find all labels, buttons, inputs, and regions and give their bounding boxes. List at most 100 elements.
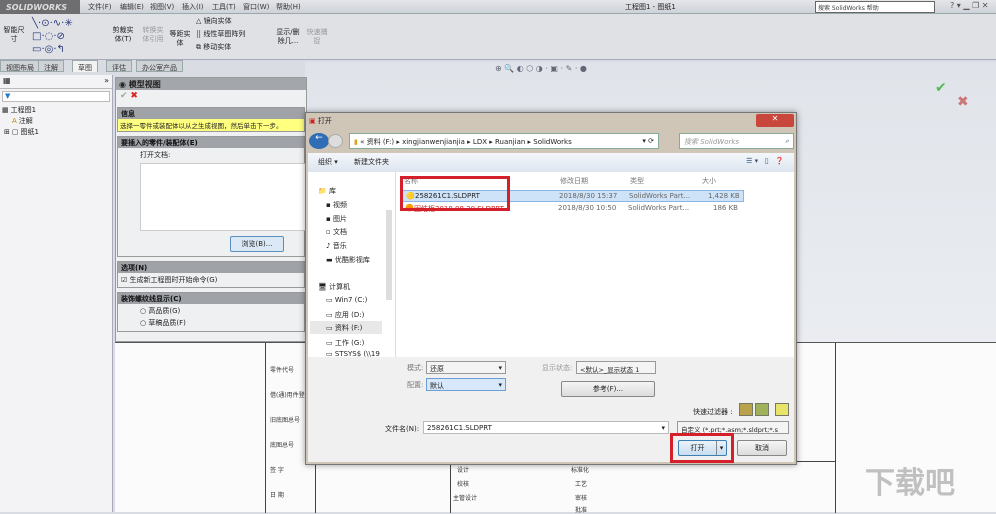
radio-icon[interactable]: ○ <box>140 307 146 315</box>
nav-documents[interactable]: ▫ 文档 <box>326 227 347 237</box>
title-block-cell: 审核 <box>575 495 588 502</box>
options-header[interactable]: 选项(N) <box>118 262 304 273</box>
nav-youku[interactable]: ▬ 优酷影视库 <box>326 255 370 265</box>
offset-button[interactable]: 等距实体 <box>168 30 192 48</box>
ok-icon[interactable]: ✔ <box>120 91 128 101</box>
tree-tabs[interactable]: ▦ » <box>0 75 112 89</box>
thread-header[interactable]: 装饰螺纹线显示(C) <box>118 293 304 304</box>
tab-office-products[interactable]: 办公室产品 <box>136 60 183 72</box>
menu-edit[interactable]: 编辑(E) <box>120 2 144 12</box>
cancel-icon[interactable]: ✖ <box>130 91 138 101</box>
title-block-cell: 签 字 <box>270 467 284 474</box>
checkbox-checked-icon[interactable]: ☑ <box>121 276 127 284</box>
menu-window[interactable]: 窗口(W) <box>243 2 269 12</box>
documents-icon: ▫ <box>326 228 331 236</box>
title-block-cell: 设计 <box>457 467 470 474</box>
mode-select[interactable]: 还原 ▾ <box>426 361 506 374</box>
view-toolbar-icon[interactable]: ⊕ 🔍 ◐ ⬡ ◑ · ▣ · ✎ · ● <box>495 64 587 73</box>
tree-item-annotations[interactable]: A 注解 <box>0 115 112 126</box>
filename-input[interactable]: 258261C1.SLDPRT ▾ <box>423 421 669 434</box>
nav-drive-g[interactable]: ▭ 工作 (G:) <box>326 338 364 348</box>
new-folder-button[interactable]: 新建文件夹 <box>354 158 389 166</box>
nav-computer[interactable]: 🖥 计算机 <box>318 282 350 292</box>
filter-icon[interactable]: ▼ <box>2 91 110 102</box>
trim-button[interactable]: 剪裁实体(T) <box>110 26 136 44</box>
tab-sketch[interactable]: 草图 <box>72 60 98 72</box>
column-size[interactable]: 大小 <box>702 176 716 186</box>
cancel-button[interactable]: 取消 <box>737 440 787 456</box>
menu-tools[interactable]: 工具(T) <box>212 2 236 12</box>
nav-video[interactable]: ▪ 视频 <box>326 200 347 210</box>
window-controls-icon[interactable]: ? ▾ ▁ ❐ ✕ <box>950 1 988 10</box>
nav-pictures[interactable]: ▪ 图片 <box>326 214 347 224</box>
radio-high-quality[interactable]: ○ 高品质(G) <box>118 304 304 316</box>
move-button[interactable]: ⧉ 移动实体 <box>196 43 231 52</box>
confirm-icon[interactable]: ✔ <box>935 80 947 96</box>
tab-evaluate[interactable]: 评估 <box>106 60 132 72</box>
start-command-checkbox[interactable]: ☑ 生成新工程图时开始命令(G) <box>118 273 304 287</box>
menu-file[interactable]: 文件(F) <box>88 2 112 12</box>
cancel-icon[interactable]: ✖ <box>957 94 969 110</box>
dialog-options-area: 模式: 还原 ▾ 配置: 默认 ▾ 显示状态: <默认>_显示状态 1 参考(F).… <box>308 357 794 463</box>
nav-libraries[interactable]: 📁 库 <box>318 186 336 196</box>
tree-label: 图纸1 <box>20 127 39 136</box>
title-block-cell: 标准化 <box>571 467 590 474</box>
browse-button[interactable]: 浏览(B)... <box>230 236 284 252</box>
nav-drive-d[interactable]: ▭ 应用 (D:) <box>326 310 364 320</box>
menu-insert[interactable]: 插入(I) <box>182 2 204 12</box>
search-input[interactable]: 搜索 SolidWorks ⌕ <box>679 133 794 149</box>
sheet-border-line <box>265 343 266 513</box>
sheet-icon: ▢ <box>11 127 19 136</box>
navigation-pane: 📁 库 ▪ 视频 ▪ 图片 ▫ 文档 ♪ 音乐 ▬ 优酷影视库 🖥 计算机 ▭ … <box>308 172 396 358</box>
nav-label: 计算机 <box>329 283 351 291</box>
smart-dimension-button[interactable]: 智能尺寸 <box>3 26 25 44</box>
radio-draft-quality[interactable]: ○ 草稿品质(F) <box>118 316 304 328</box>
address-bar[interactable]: ▮ « 资料 (F:) ▸ xingjianwenjianjia ▸ LDX ▸… <box>349 133 659 149</box>
column-type[interactable]: 类型 <box>630 176 644 186</box>
breadcrumb-item[interactable]: 资料 (F:) <box>367 138 395 146</box>
linear-pattern-button[interactable]: ⣿ 线性草图阵列 <box>196 30 245 39</box>
expand-panel-icon[interactable]: » <box>104 76 109 85</box>
nav-scrollbar[interactable] <box>386 210 392 300</box>
nav-music[interactable]: ♪ 音乐 <box>326 241 347 251</box>
display-state-select[interactable]: <默认>_显示状态 1 <box>576 361 656 374</box>
tree-item-drawing[interactable]: ▦ 工程图1 <box>0 104 112 115</box>
filter-drawings-icon[interactable] <box>775 403 789 416</box>
back-button[interactable]: ← <box>309 133 329 149</box>
show-delete-relations-button[interactable]: 显示/删除几... <box>274 28 302 46</box>
menu-help[interactable]: 帮助(H) <box>276 2 301 12</box>
sketch-tools-icon[interactable]: ╲·⊙·∿·✳ □·◌·⊘ ▭·◎·↰ <box>32 17 73 56</box>
tree-item-sheet[interactable]: ⊞ ▢ 图纸1 <box>0 126 112 137</box>
mode-label: 模式: <box>407 364 424 372</box>
radio-icon[interactable]: ○ <box>140 319 146 327</box>
expand-icon[interactable]: ⊞ <box>4 128 10 136</box>
column-date[interactable]: 修改日期 <box>560 176 588 186</box>
filter-parts-icon[interactable] <box>739 403 753 416</box>
config-select[interactable]: 默认 ▾ <box>426 378 506 391</box>
breadcrumb-item[interactable]: Ruanjian <box>495 138 525 146</box>
breadcrumb-item[interactable]: xingjianwenjianjia <box>402 138 465 146</box>
tab-annotation[interactable]: 注解 <box>38 60 64 72</box>
display-state-value: <默认>_显示状态 1 <box>580 366 640 374</box>
mirror-button[interactable]: △ 镜向实体 <box>196 17 232 26</box>
menu-view[interactable]: 视图(V) <box>150 2 174 12</box>
refresh-icon[interactable]: ▾ ⟳ <box>642 137 654 145</box>
title-block-cell: 零件代号 <box>270 367 295 374</box>
breadcrumb-item[interactable]: LDX <box>473 138 487 146</box>
nav-drive-f[interactable]: ▭ 资料 (F:) <box>310 321 382 334</box>
organize-button[interactable]: 组织 ▾ <box>318 158 338 166</box>
reference-button[interactable]: 参考(F)... <box>561 381 655 397</box>
chevron-down-icon[interactable]: ▾ <box>661 424 665 432</box>
view-help-icons[interactable]: ☰ ▾ ▯ ❓ <box>746 157 784 165</box>
filter-assemblies-icon[interactable] <box>755 403 769 416</box>
close-button[interactable]: ✕ <box>756 114 794 127</box>
nav-drive-c[interactable]: ▭ Win7 (C:) <box>326 296 367 304</box>
part-header[interactable]: 要插入的零件/装配体(E) <box>118 137 304 148</box>
help-search-input[interactable]: 搜索 SolidWorks 帮助 <box>815 1 935 13</box>
tab-view-layout[interactable]: 视图布局 <box>0 60 40 72</box>
feature-manager-tree: ▦ » ▼ ▦ 工程图1 A 注解 ⊞ ▢ 图纸1 <box>0 75 113 512</box>
thread-display-section: 装饰螺纹线显示(C) ○ 高品质(G) ○ 草稿品质(F) <box>117 292 305 332</box>
breadcrumb-item[interactable]: SolidWorks <box>533 138 571 146</box>
open-documents-list[interactable] <box>140 163 310 231</box>
forward-button[interactable] <box>328 134 343 148</box>
